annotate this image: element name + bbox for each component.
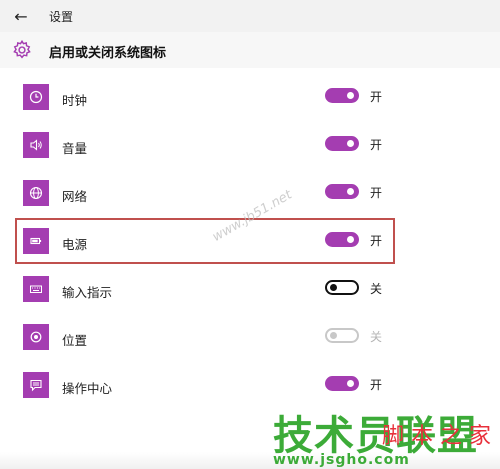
- volume-icon: [30, 139, 42, 151]
- window-title: 设置: [49, 10, 74, 24]
- network-tile: [23, 180, 49, 206]
- message-icon: [30, 379, 42, 392]
- watermark-side: 脚 本 之 家: [382, 424, 491, 449]
- toggle-knob: [347, 380, 354, 387]
- toggle-knob: [330, 332, 337, 339]
- state-input-indicator: 关: [370, 282, 383, 296]
- toggle-input-indicator[interactable]: [325, 280, 359, 295]
- toggle-action-center[interactable]: [325, 376, 359, 391]
- setting-row-location: 位置 关: [0, 324, 500, 362]
- toggle-network[interactable]: [325, 184, 359, 199]
- setting-label-volume: 音量: [62, 141, 88, 156]
- clock-tile: [23, 84, 49, 110]
- state-clock: 开: [370, 90, 383, 104]
- setting-label-action-center: 操作中心: [62, 381, 113, 396]
- gear-icon: [13, 39, 31, 59]
- toggle-knob: [347, 140, 354, 147]
- location-icon: [30, 331, 42, 343]
- toggle-location[interactable]: [325, 328, 359, 343]
- back-arrow-icon: ←: [14, 6, 28, 26]
- page-title: 启用或关闭系统图标: [49, 46, 167, 61]
- setting-row-clock: 时钟 开: [0, 84, 500, 122]
- globe-icon: [29, 186, 43, 200]
- state-location: 关: [370, 330, 383, 344]
- toggle-knob: [330, 284, 337, 291]
- setting-label-clock: 时钟: [62, 93, 88, 108]
- state-network: 开: [370, 186, 383, 200]
- state-action-center: 开: [370, 378, 383, 392]
- setting-label-location: 位置: [62, 333, 88, 348]
- keyboard-icon: [30, 285, 42, 293]
- setting-row-volume: 音量 开: [0, 132, 500, 170]
- toggle-knob: [347, 92, 354, 99]
- input-indicator-tile: [23, 276, 49, 302]
- state-volume: 开: [370, 138, 383, 152]
- page-header: 启用或关闭系统图标: [0, 32, 500, 68]
- location-tile: [23, 324, 49, 350]
- action-center-tile: [23, 372, 49, 398]
- clock-icon: [29, 90, 43, 104]
- highlight-box: [15, 218, 395, 264]
- title-bar: ← 设置: [0, 0, 500, 32]
- setting-label-input-indicator: 输入指示: [62, 285, 113, 300]
- back-button[interactable]: ←: [8, 4, 34, 28]
- setting-row-input-indicator: 输入指示 关: [0, 276, 500, 314]
- toggle-clock[interactable]: [325, 88, 359, 103]
- watermark-url: www.jsgho.com: [273, 452, 410, 468]
- setting-label-network: 网络: [62, 189, 88, 204]
- volume-tile: [23, 132, 49, 158]
- toggle-volume[interactable]: [325, 136, 359, 151]
- toggle-knob: [347, 188, 354, 195]
